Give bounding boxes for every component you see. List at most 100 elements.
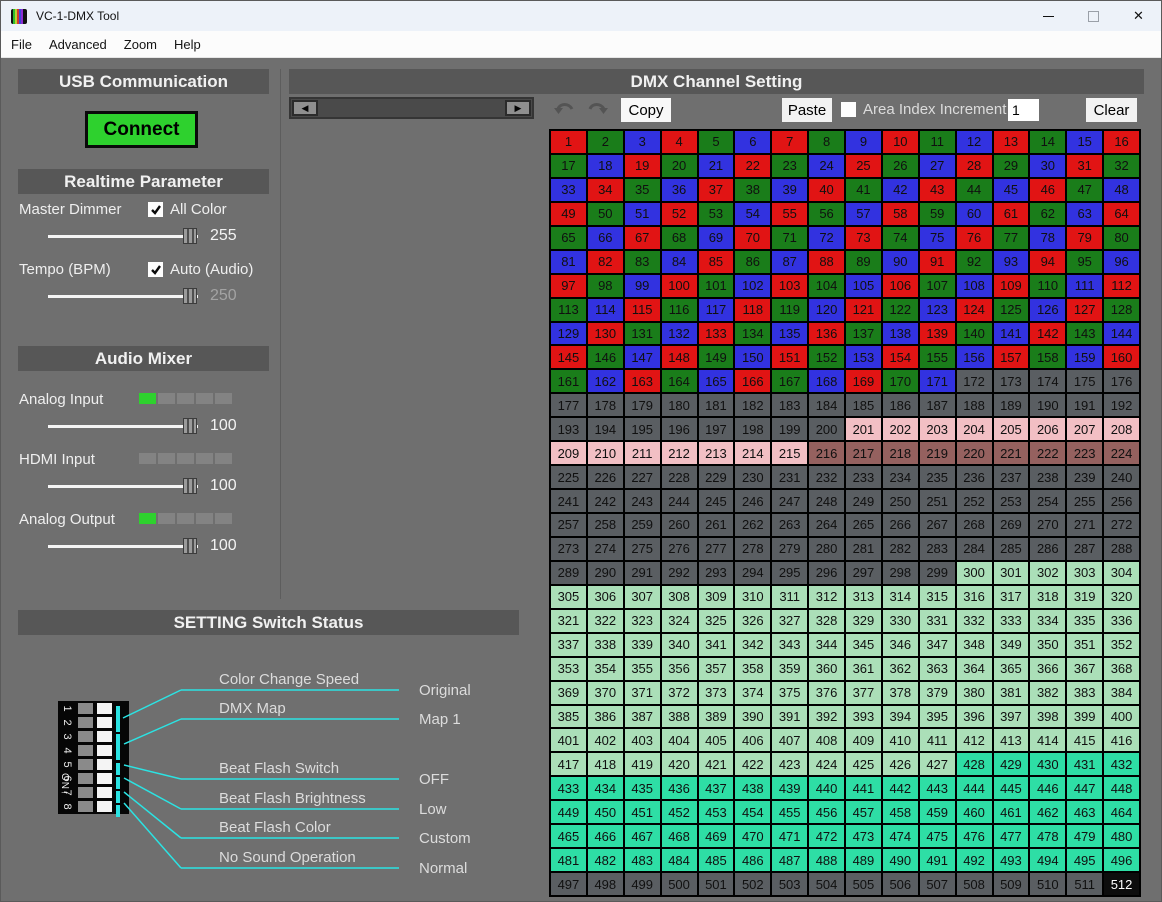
dmx-channel-cell[interactable]: 58 <box>883 203 918 225</box>
dmx-channel-cell[interactable]: 151 <box>772 346 807 368</box>
dmx-channel-cell[interactable]: 399 <box>1067 706 1102 728</box>
dmx-channel-cell[interactable]: 112 <box>1104 275 1139 297</box>
dmx-channel-cell[interactable]: 309 <box>699 586 734 608</box>
dmx-channel-cell[interactable]: 178 <box>588 394 623 416</box>
dmx-channel-cell[interactable]: 404 <box>662 729 697 751</box>
dmx-channel-cell[interactable]: 261 <box>699 514 734 536</box>
dmx-channel-cell[interactable]: 386 <box>588 706 623 728</box>
dmx-channel-cell[interactable]: 453 <box>699 801 734 823</box>
dmx-channel-cell[interactable]: 19 <box>625 155 660 177</box>
dmx-channel-cell[interactable]: 104 <box>809 275 844 297</box>
dmx-channel-cell[interactable]: 216 <box>809 442 844 464</box>
dmx-channel-cell[interactable]: 212 <box>662 442 697 464</box>
dmx-channel-cell[interactable]: 206 <box>1030 418 1065 440</box>
dmx-channel-cell[interactable]: 65 <box>551 227 586 249</box>
dmx-channel-cell[interactable]: 450 <box>588 801 623 823</box>
dmx-channel-cell[interactable]: 367 <box>1067 658 1102 680</box>
dmx-channel-cell[interactable]: 469 <box>699 825 734 847</box>
dmx-channel-cell[interactable]: 120 <box>809 299 844 321</box>
dmx-channel-cell[interactable]: 305 <box>551 586 586 608</box>
dmx-channel-cell[interactable]: 510 <box>1030 873 1065 895</box>
dmx-channel-cell[interactable]: 511 <box>1067 873 1102 895</box>
dmx-channel-cell[interactable]: 440 <box>809 777 844 799</box>
dmx-channel-cell[interactable]: 349 <box>994 634 1029 656</box>
dmx-channel-cell[interactable]: 71 <box>772 227 807 249</box>
dmx-channel-cell[interactable]: 347 <box>920 634 955 656</box>
dmx-channel-cell[interactable]: 8 <box>809 131 844 153</box>
dmx-channel-cell[interactable]: 91 <box>920 251 955 273</box>
dmx-channel-cell[interactable]: 78 <box>1030 227 1065 249</box>
dmx-channel-cell[interactable]: 311 <box>772 586 807 608</box>
dmx-channel-cell[interactable]: 405 <box>699 729 734 751</box>
dmx-channel-cell[interactable]: 169 <box>846 370 881 392</box>
dmx-channel-cell[interactable]: 132 <box>662 323 697 345</box>
dmx-channel-cell[interactable]: 25 <box>846 155 881 177</box>
dmx-channel-cell[interactable]: 200 <box>809 418 844 440</box>
dmx-channel-cell[interactable]: 402 <box>588 729 623 751</box>
dmx-channel-cell[interactable]: 183 <box>772 394 807 416</box>
dmx-channel-cell[interactable]: 500 <box>662 873 697 895</box>
copy-button[interactable]: Copy <box>621 98 671 122</box>
dmx-channel-cell[interactable]: 473 <box>846 825 881 847</box>
dmx-channel-cell[interactable]: 219 <box>920 442 955 464</box>
dmx-channel-cell[interactable]: 187 <box>920 394 955 416</box>
dmx-channel-cell[interactable]: 278 <box>735 538 770 560</box>
dmx-channel-cell[interactable]: 139 <box>920 323 955 345</box>
dmx-channel-cell[interactable]: 36 <box>662 179 697 201</box>
dmx-channel-cell[interactable]: 378 <box>883 682 918 704</box>
dmx-channel-cell[interactable]: 42 <box>883 179 918 201</box>
dmx-channel-cell[interactable]: 220 <box>957 442 992 464</box>
dmx-channel-cell[interactable]: 143 <box>1067 323 1102 345</box>
dmx-channel-cell[interactable]: 460 <box>957 801 992 823</box>
auto-audio-checkbox[interactable] <box>148 262 163 277</box>
dmx-channel-cell[interactable]: 208 <box>1104 418 1139 440</box>
dmx-channel-cell[interactable]: 432 <box>1104 753 1139 775</box>
dmx-channel-cell[interactable]: 105 <box>846 275 881 297</box>
dmx-channel-cell[interactable]: 18 <box>588 155 623 177</box>
dmx-channel-cell[interactable]: 391 <box>772 706 807 728</box>
dmx-channel-cell[interactable]: 11 <box>920 131 955 153</box>
dmx-channel-cell[interactable]: 498 <box>588 873 623 895</box>
dmx-channel-cell[interactable]: 481 <box>551 849 586 871</box>
dmx-channel-cell[interactable]: 302 <box>1030 562 1065 584</box>
dmx-channel-cell[interactable]: 263 <box>772 514 807 536</box>
dmx-channel-cell[interactable]: 360 <box>809 658 844 680</box>
dmx-channel-cell[interactable]: 243 <box>625 490 660 512</box>
dmx-channel-cell[interactable]: 64 <box>1104 203 1139 225</box>
analog-output-slider-handle[interactable] <box>183 538 197 554</box>
dmx-channel-cell[interactable]: 374 <box>735 682 770 704</box>
dmx-channel-cell[interactable]: 56 <box>809 203 844 225</box>
dmx-channel-cell[interactable]: 6 <box>735 131 770 153</box>
dmx-channel-cell[interactable]: 88 <box>809 251 844 273</box>
dmx-channel-cell[interactable]: 93 <box>994 251 1029 273</box>
dmx-channel-cell[interactable]: 315 <box>920 586 955 608</box>
dmx-channel-cell[interactable]: 249 <box>846 490 881 512</box>
dmx-channel-cell[interactable]: 70 <box>735 227 770 249</box>
dmx-channel-cell[interactable]: 344 <box>809 634 844 656</box>
dmx-channel-cell[interactable]: 148 <box>662 346 697 368</box>
dmx-channel-cell[interactable]: 479 <box>1067 825 1102 847</box>
dmx-channel-cell[interactable]: 355 <box>625 658 660 680</box>
scroll-right-button[interactable]: ▶ <box>505 100 531 116</box>
dmx-channel-cell[interactable]: 487 <box>772 849 807 871</box>
dmx-channel-cell[interactable]: 16 <box>1104 131 1139 153</box>
dmx-channel-cell[interactable]: 197 <box>699 418 734 440</box>
dmx-channel-cell[interactable]: 153 <box>846 346 881 368</box>
dmx-channel-cell[interactable]: 286 <box>1030 538 1065 560</box>
dmx-channel-cell[interactable]: 32 <box>1104 155 1139 177</box>
dmx-channel-cell[interactable]: 210 <box>588 442 623 464</box>
dmx-channel-cell[interactable]: 307 <box>625 586 660 608</box>
dmx-channel-cell[interactable]: 494 <box>1030 849 1065 871</box>
dmx-channel-cell[interactable]: 213 <box>699 442 734 464</box>
dmx-channel-cell[interactable]: 121 <box>846 299 881 321</box>
dmx-channel-cell[interactable]: 472 <box>809 825 844 847</box>
dmx-channel-cell[interactable]: 4 <box>662 131 697 153</box>
dmx-channel-cell[interactable]: 14 <box>1030 131 1065 153</box>
dmx-channel-cell[interactable]: 1 <box>551 131 586 153</box>
dmx-channel-cell[interactable]: 370 <box>588 682 623 704</box>
dmx-channel-cell[interactable]: 343 <box>772 634 807 656</box>
dmx-channel-cell[interactable]: 165 <box>699 370 734 392</box>
dmx-channel-cell[interactable]: 17 <box>551 155 586 177</box>
dmx-channel-cell[interactable]: 388 <box>662 706 697 728</box>
dmx-channel-cell[interactable]: 186 <box>883 394 918 416</box>
